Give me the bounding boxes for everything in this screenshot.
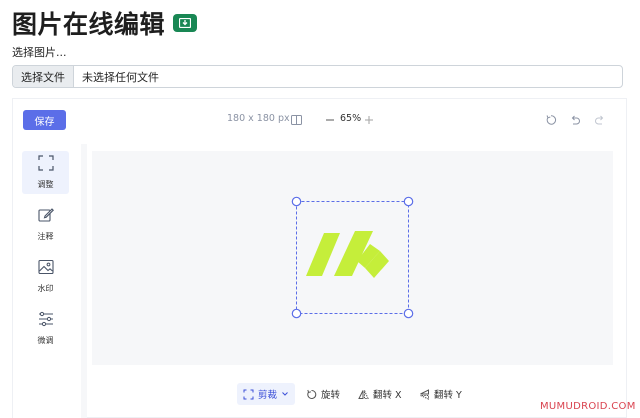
watermark-image-icon: [37, 259, 54, 279]
annotate-pen-icon: [37, 207, 54, 227]
site-watermark: MUMUDROID.COM: [540, 401, 636, 412]
title-row: 图片在线编辑: [12, 6, 198, 40]
rotate-tool-label: 旋转: [321, 390, 341, 401]
crop-handle-bottom-left[interactable]: [291, 308, 302, 319]
image-canvas[interactable]: [92, 151, 613, 365]
crop-tool-label: 剪裁: [258, 390, 278, 401]
sidebar-item-annotate[interactable]: 注释: [22, 203, 69, 246]
flip-x-tool-button[interactable]: 翻转 X: [358, 383, 402, 405]
bottom-toolbar: 剪裁 旋转 翻转 X 翻转 Y: [13, 383, 626, 405]
sidebar-item-finetune[interactable]: 微调: [22, 307, 69, 350]
sidebar-item-adjust[interactable]: 调整: [22, 151, 69, 194]
crop-tool-button[interactable]: 剪裁: [237, 383, 296, 405]
sidebar-item-watermark[interactable]: 水印: [22, 255, 69, 298]
compare-icon[interactable]: [288, 112, 304, 128]
choose-image-label: 选择图片...: [12, 46, 67, 59]
rotate-icon: [307, 389, 317, 399]
sliders-icon: [38, 311, 54, 331]
crop-handle-top-left[interactable]: [291, 196, 302, 207]
image-size-text: 180 x 180 px: [227, 113, 290, 124]
flip-y-tool-label: 翻转 Y: [434, 390, 462, 401]
editor-sidebar: 调整 注释 水印 微调: [13, 144, 81, 418]
reset-icon[interactable]: [543, 112, 559, 128]
download-badge-icon: [173, 14, 198, 32]
image-logo: [306, 231, 389, 278]
flip-y-tool-button[interactable]: 翻转 Y: [419, 383, 462, 405]
page-title: 图片在线编辑: [12, 10, 166, 39]
file-input[interactable]: 选择文件 未选择任何文件: [12, 65, 623, 88]
rotate-tool-button[interactable]: 旋转: [306, 383, 340, 405]
flip-x-icon: [358, 389, 369, 399]
zoom-in-icon[interactable]: [361, 112, 377, 128]
undo-icon[interactable]: [567, 112, 583, 128]
crop-icon: [243, 389, 254, 399]
sidebar-item-label: 水印: [37, 284, 54, 293]
sidebar-item-label: 注释: [37, 232, 54, 241]
zoom-out-icon[interactable]: [322, 112, 338, 128]
file-status-text: 未选择任何文件: [82, 70, 159, 84]
crop-handle-bottom-right[interactable]: [403, 308, 414, 319]
redo-icon[interactable]: [592, 112, 608, 128]
flip-y-icon: [420, 388, 429, 400]
image-editor: 保存 180 x 180 px 65% 调整 注释 水印 微调 剪裁 旋转 翻转…: [12, 98, 627, 418]
sidebar-divider: [81, 144, 87, 418]
choose-file-button[interactable]: 选择文件: [13, 66, 74, 87]
crop-frame-icon: [37, 155, 54, 175]
chevron-down-icon: [282, 392, 288, 396]
crop-handle-top-right[interactable]: [403, 196, 414, 207]
editor-toolbar: 保存 180 x 180 px 65%: [13, 99, 626, 141]
sidebar-item-label: 调整: [37, 180, 54, 189]
save-button[interactable]: 保存: [23, 110, 66, 130]
zoom-level-text: 65%: [340, 113, 362, 124]
flip-x-tool-label: 翻转 X: [373, 390, 402, 401]
sidebar-item-label: 微调: [37, 336, 54, 345]
